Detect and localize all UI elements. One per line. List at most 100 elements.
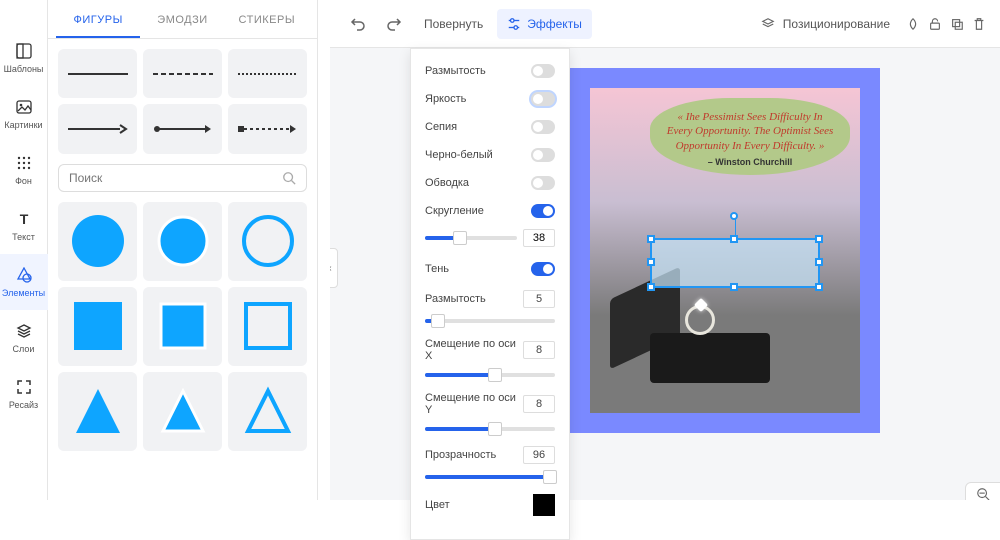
fx-rounding-toggle[interactable] — [531, 204, 555, 218]
fx-rounding-label: Скругление — [425, 205, 531, 217]
quote-shape[interactable]: « Ihe Pessimist Sees Difficulty In Every… — [650, 98, 850, 175]
rail-layers[interactable]: Слои — [0, 310, 48, 366]
fx-blur-label: Размытость — [425, 65, 531, 77]
shape-triangle-outline[interactable] — [228, 372, 307, 451]
fx-bw-toggle[interactable] — [531, 148, 555, 162]
resize-handle-bm[interactable] — [730, 283, 738, 291]
effects-label: Эффекты — [527, 17, 582, 31]
grid-icon — [15, 154, 33, 172]
fx-opacity-label: Прозрачность — [425, 449, 523, 461]
resize-handle-rm[interactable] — [815, 258, 823, 266]
rail-templates[interactable]: Шаблоны — [0, 30, 48, 86]
redo-button[interactable] — [378, 8, 410, 40]
rail-label: Элементы — [2, 288, 45, 298]
rail-label: Ресайз — [9, 400, 38, 410]
rail-text[interactable]: T Текст — [0, 198, 48, 254]
rotate-button[interactable]: Повернуть — [414, 9, 493, 39]
rail-label: Картинки — [4, 120, 42, 130]
fx-outline-label: Обводка — [425, 177, 531, 189]
opacity-icon[interactable] — [906, 16, 922, 32]
rail-label: Шаблоны — [4, 64, 44, 74]
resize-handle-tr[interactable] — [815, 235, 823, 243]
fx-shadow-label: Тень — [425, 263, 531, 275]
shape-square-outline[interactable] — [228, 287, 307, 366]
fx-offsety-label: Смещение по оси Y — [425, 392, 523, 416]
sliders-icon — [507, 17, 521, 31]
collapse-panel-handle[interactable]: ‹ — [330, 248, 338, 288]
shape-line-dotted[interactable] — [228, 49, 307, 98]
offset-y-slider[interactable] — [425, 427, 555, 431]
search-icon — [282, 171, 296, 185]
shape-circle-filled[interactable] — [58, 202, 137, 281]
fx-sepia-label: Сепия — [425, 121, 531, 133]
shape-line-dashed[interactable] — [143, 49, 222, 98]
layers-icon — [15, 322, 33, 340]
undo-button[interactable] — [342, 8, 374, 40]
resize-handle-tl[interactable] — [647, 235, 655, 243]
unlock-icon[interactable] — [928, 16, 944, 32]
rotate-handle[interactable] — [730, 212, 738, 220]
fx-shadow-toggle[interactable] — [531, 262, 555, 276]
resize-handle-lm[interactable] — [647, 258, 655, 266]
shape-triangle-filled[interactable] — [58, 372, 137, 451]
position-label: Позиционирование — [783, 17, 890, 31]
shapes-scroll[interactable] — [48, 39, 317, 500]
shape-circle-outline[interactable] — [228, 202, 307, 281]
shadow-color-swatch[interactable] — [533, 494, 555, 516]
resize-handle-br[interactable] — [815, 283, 823, 291]
tab-emoji[interactable]: ЭМОДЗИ — [140, 0, 224, 38]
shape-arrow-open[interactable] — [58, 104, 137, 153]
quote-text: « Ihe Pessimist Sees Difficulty In Every… — [664, 110, 836, 153]
zoom-out-icon[interactable] — [976, 487, 990, 500]
rotate-stem — [735, 218, 736, 236]
rail-resize[interactable]: Ресайз — [0, 366, 48, 422]
offsetx-value[interactable]: 8 — [523, 341, 555, 359]
resize-handle-bl[interactable] — [647, 283, 655, 291]
layers-icon — [761, 16, 777, 32]
fx-color-label: Цвет — [425, 499, 533, 511]
tab-shapes[interactable]: ФИГУРЫ — [56, 0, 140, 38]
effects-panel: Размытость Яркость Сепия Черно-белый Обв… — [410, 48, 570, 540]
shape-arrow-square[interactable] — [228, 104, 307, 153]
delete-icon[interactable] — [972, 16, 988, 32]
rail-label: Слои — [13, 344, 35, 354]
offset-x-slider[interactable] — [425, 373, 555, 377]
fx-blur-toggle[interactable] — [531, 64, 555, 78]
elements-panel: ФИГУРЫ ЭМОДЗИ СТИКЕРЫ — [48, 0, 318, 500]
zoom-control: 46% — [965, 482, 1000, 500]
search-input[interactable] — [69, 171, 282, 185]
offsety-value[interactable]: 8 — [523, 395, 555, 413]
shapes-search[interactable] — [58, 164, 307, 192]
shadow-blur-value[interactable]: 5 — [523, 290, 555, 308]
fx-brightness-label: Яркость — [425, 93, 531, 105]
shape-square-filled[interactable] — [58, 287, 137, 366]
fx-outline-toggle[interactable] — [531, 176, 555, 190]
shapes-icon — [15, 266, 33, 284]
rounding-value[interactable]: 38 — [523, 229, 555, 247]
shape-line-solid[interactable] — [58, 49, 137, 98]
shape-triangle-stroked[interactable] — [143, 372, 222, 451]
fx-sepia-toggle[interactable] — [531, 120, 555, 134]
fx-brightness-toggle[interactable] — [531, 92, 555, 106]
position-button[interactable]: Позиционирование — [751, 8, 900, 40]
rail-pictures[interactable]: Картинки — [0, 86, 48, 142]
resize-handle-tm[interactable] — [730, 235, 738, 243]
text-icon: T — [15, 210, 33, 228]
effects-button[interactable]: Эффекты — [497, 9, 592, 39]
copy-icon[interactable] — [950, 16, 966, 32]
opacity-slider[interactable] — [425, 475, 555, 479]
fx-offsetx-label: Смещение по оси X — [425, 338, 523, 362]
shape-square-stroked[interactable] — [143, 287, 222, 366]
rail-label: Фон — [15, 176, 32, 186]
selected-element[interactable] — [650, 238, 820, 288]
rounding-slider[interactable] — [425, 236, 517, 240]
shape-circle-stroked-blue[interactable] — [143, 202, 222, 281]
rail-label: Текст — [12, 232, 35, 242]
opacity-value[interactable]: 96 — [523, 446, 555, 464]
rail-background[interactable]: Фон — [0, 142, 48, 198]
tab-stickers[interactable]: СТИКЕРЫ — [225, 0, 309, 38]
rail-elements[interactable]: Элементы — [0, 254, 48, 310]
svg-text:T: T — [19, 211, 28, 227]
shape-arrow-dot[interactable] — [143, 104, 222, 153]
shadow-blur-slider[interactable] — [425, 319, 555, 323]
